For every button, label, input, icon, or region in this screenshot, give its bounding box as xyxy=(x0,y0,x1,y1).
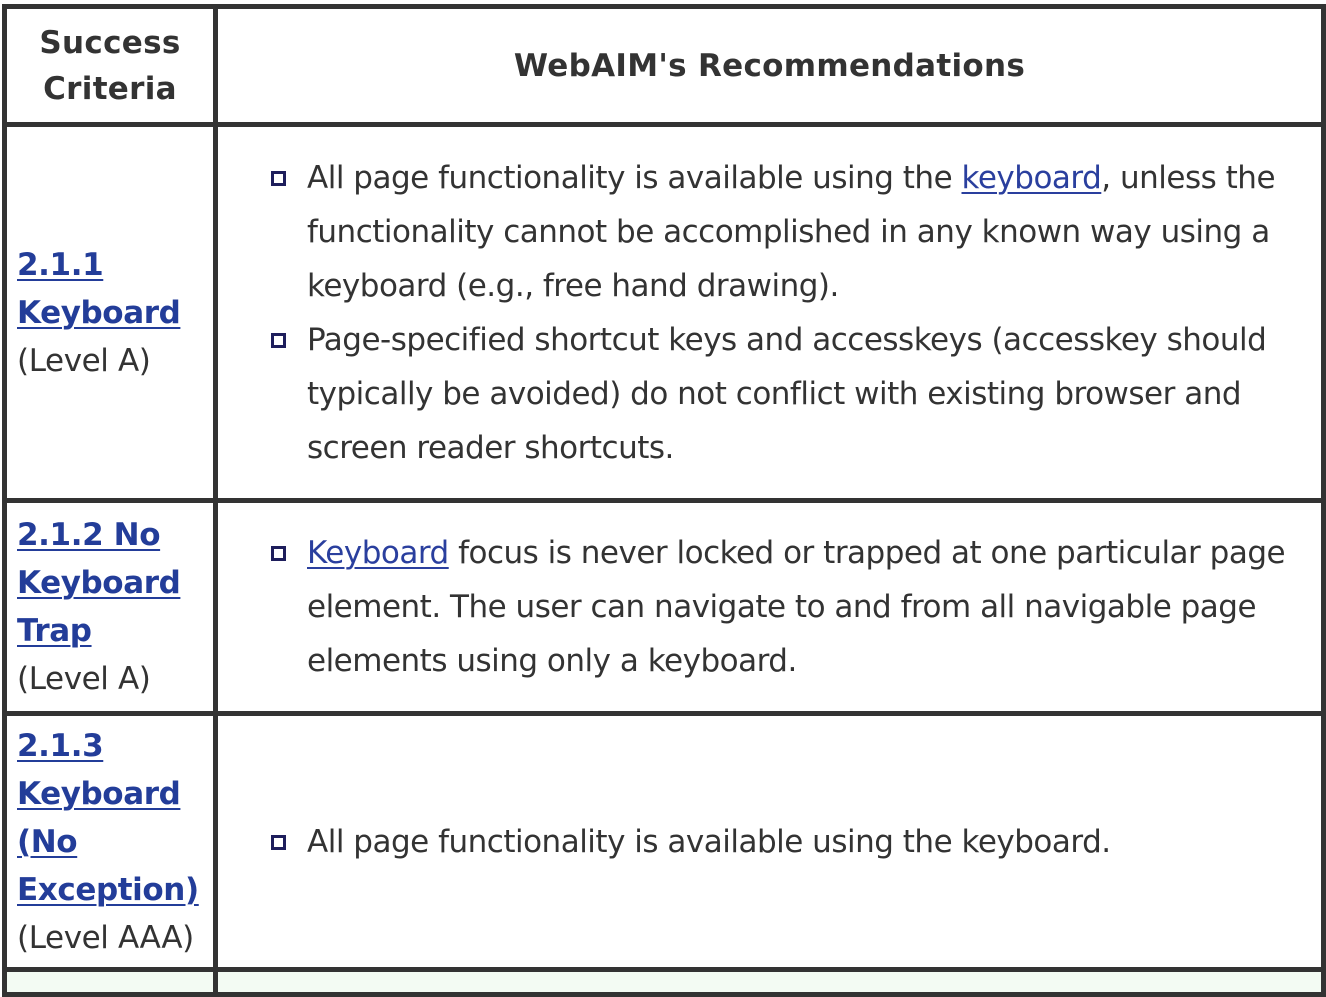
recommendation-text: All page functionality is available usin… xyxy=(307,159,962,196)
table-row: 2.1.3 Keyboard (No Exception) (Level AAA… xyxy=(2,711,1326,972)
criterion-level: (Level A) xyxy=(17,342,151,379)
recommendations-list: Keyboard focus is never locked or trappe… xyxy=(271,526,1311,688)
recommendations-cell: Keyboard focus is never locked or trappe… xyxy=(213,498,1326,716)
recommendation-text: All page functionality is available usin… xyxy=(307,823,1111,860)
criterion-cell xyxy=(2,967,218,997)
recommendations-list: All page functionality is available usin… xyxy=(271,815,1311,869)
success-criteria-table: Success Criteria WebAIM's Recommendation… xyxy=(2,4,1326,997)
recommendations-list: All page functionality is available usin… xyxy=(271,151,1311,475)
criterion-level: (Level AAA) xyxy=(17,919,194,956)
recommendation-item: All page functionality is available usin… xyxy=(271,815,1311,869)
criterion-cell: 2.1.1 Keyboard (Level A) xyxy=(2,122,218,503)
criterion-link-2-1-1[interactable]: 2.1.1 Keyboard xyxy=(17,247,181,331)
header-success-criteria: Success Criteria xyxy=(2,4,218,127)
table-row: 2.1.2 No Keyboard Trap (Level A) Keyboar… xyxy=(2,498,1326,716)
criterion-level: (Level A) xyxy=(17,661,151,697)
table-header-row: Success Criteria WebAIM's Recommendation… xyxy=(2,4,1326,127)
header-recommendations: WebAIM's Recommendations xyxy=(213,4,1326,127)
recommendation-text: focus is never locked or trapped at one … xyxy=(307,535,1286,679)
square-bullet-icon xyxy=(271,170,286,186)
table-row-partial xyxy=(2,967,1326,997)
criterion-link-2-1-2[interactable]: 2.1.2 No Keyboard Trap xyxy=(17,517,181,649)
keyboard-link[interactable]: Keyboard xyxy=(307,535,449,571)
recommendation-item: All page functionality is available usin… xyxy=(271,151,1311,313)
recommendation-item: Page-specified shortcut keys and accessk… xyxy=(271,313,1311,475)
table-row: 2.1.1 Keyboard (Level A) All page functi… xyxy=(2,122,1326,503)
criterion-link-2-1-3[interactable]: 2.1.3 Keyboard (No Exception) xyxy=(17,728,199,908)
criterion-cell: 2.1.3 Keyboard (No Exception) (Level AAA… xyxy=(2,711,218,972)
criterion-cell: 2.1.2 No Keyboard Trap (Level A) xyxy=(2,498,218,716)
header-recommendations-label: WebAIM's Recommendations xyxy=(513,47,1026,84)
recommendation-item: Keyboard focus is never locked or trappe… xyxy=(271,526,1311,688)
recommendations-cell xyxy=(213,967,1326,997)
recommendation-text: Page-specified shortcut keys and accessk… xyxy=(307,321,1267,466)
recommendations-cell: All page functionality is available usin… xyxy=(213,122,1326,503)
square-bullet-icon xyxy=(271,834,286,850)
keyboard-link[interactable]: keyboard xyxy=(962,160,1102,196)
success-criteria-table-wrapper: Success Criteria WebAIM's Recommendation… xyxy=(2,4,1326,997)
header-success-criteria-label: Success Criteria xyxy=(39,24,181,107)
square-bullet-icon xyxy=(271,332,286,348)
recommendations-cell: All page functionality is available usin… xyxy=(213,711,1326,972)
square-bullet-icon xyxy=(271,546,286,561)
